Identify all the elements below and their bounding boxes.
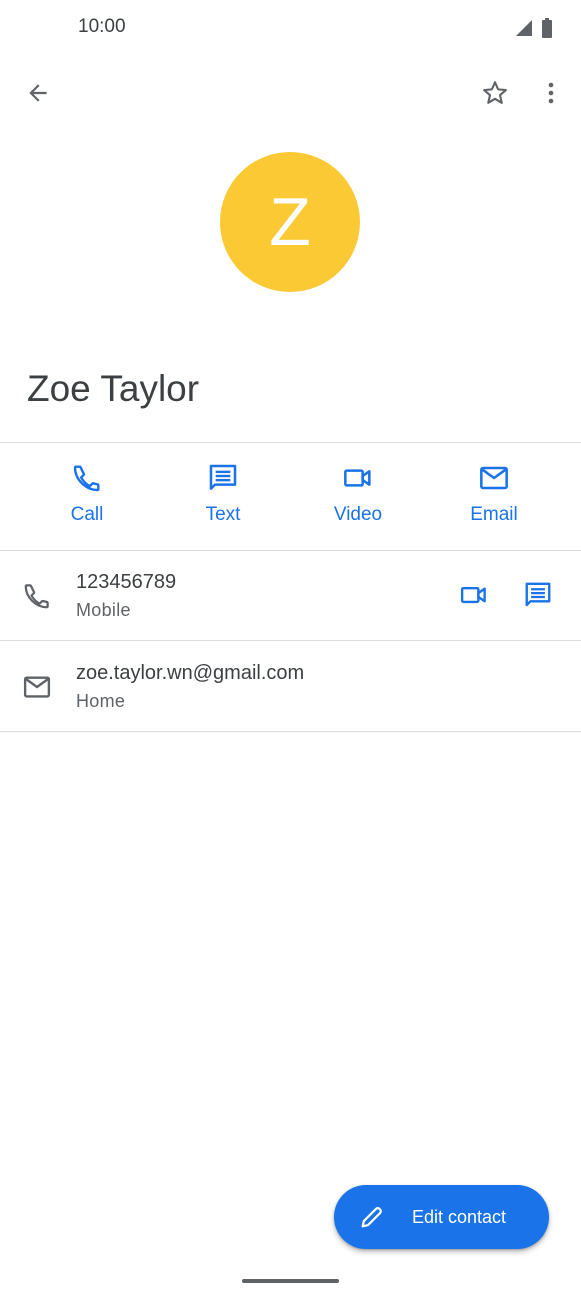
videocam-icon: [344, 469, 371, 487]
message-icon: [209, 464, 237, 490]
text-action-button[interactable]: Text: [163, 462, 283, 526]
video-action-button[interactable]: Video: [298, 462, 418, 526]
email-icon: [23, 676, 51, 698]
phone-details: 123456789 Mobile: [76, 571, 176, 621]
battery-icon: [542, 18, 552, 38]
more-vert-icon: [548, 82, 554, 104]
signal-icon: [516, 20, 532, 36]
arrow-back-icon: [29, 84, 47, 102]
contact-name: Zoe Taylor: [27, 368, 200, 409]
email-row[interactable]: zoe.taylor.wn@gmail.com Home: [0, 641, 581, 731]
message-icon: [525, 582, 551, 607]
call-action-button[interactable]: Call: [27, 462, 147, 526]
avatar-initial: Z: [269, 184, 311, 260]
pencil-icon: [361, 1207, 382, 1228]
back-button[interactable]: [18, 73, 58, 113]
phone-icon: [73, 465, 100, 492]
email-action-button[interactable]: Email: [434, 462, 554, 526]
email-icon: [480, 466, 508, 490]
status-icons: [515, 18, 553, 38]
email-details: zoe.taylor.wn@gmail.com Home: [76, 662, 304, 712]
home-gesture-bar[interactable]: [242, 1279, 339, 1283]
send-message-button[interactable]: [518, 575, 558, 615]
divider: [0, 442, 581, 443]
phone-row[interactable]: 123456789 Mobile: [0, 551, 581, 640]
email-type: Home: [76, 691, 126, 711]
favorite-button[interactable]: [475, 73, 515, 113]
status-time: 10:00: [78, 16, 126, 37]
video-label: Video: [333, 504, 383, 525]
email-label: Email: [470, 504, 518, 525]
phone-icon: [24, 584, 49, 609]
edit-contact-button[interactable]: Edit contact: [334, 1185, 549, 1249]
more-options-button[interactable]: [531, 73, 571, 113]
video-call-button[interactable]: [454, 575, 494, 615]
star-outline-icon: [483, 81, 507, 104]
text-label: Text: [205, 504, 241, 525]
phone-type: Mobile: [76, 600, 131, 620]
call-label: Call: [70, 504, 104, 525]
avatar: Z: [220, 152, 360, 292]
videocam-icon: [460, 586, 486, 604]
phone-number: 123456789: [76, 571, 177, 593]
edit-contact-label: Edit contact: [412, 1206, 507, 1227]
divider: [0, 731, 581, 732]
email-address: zoe.taylor.wn@gmail.com: [76, 662, 305, 684]
